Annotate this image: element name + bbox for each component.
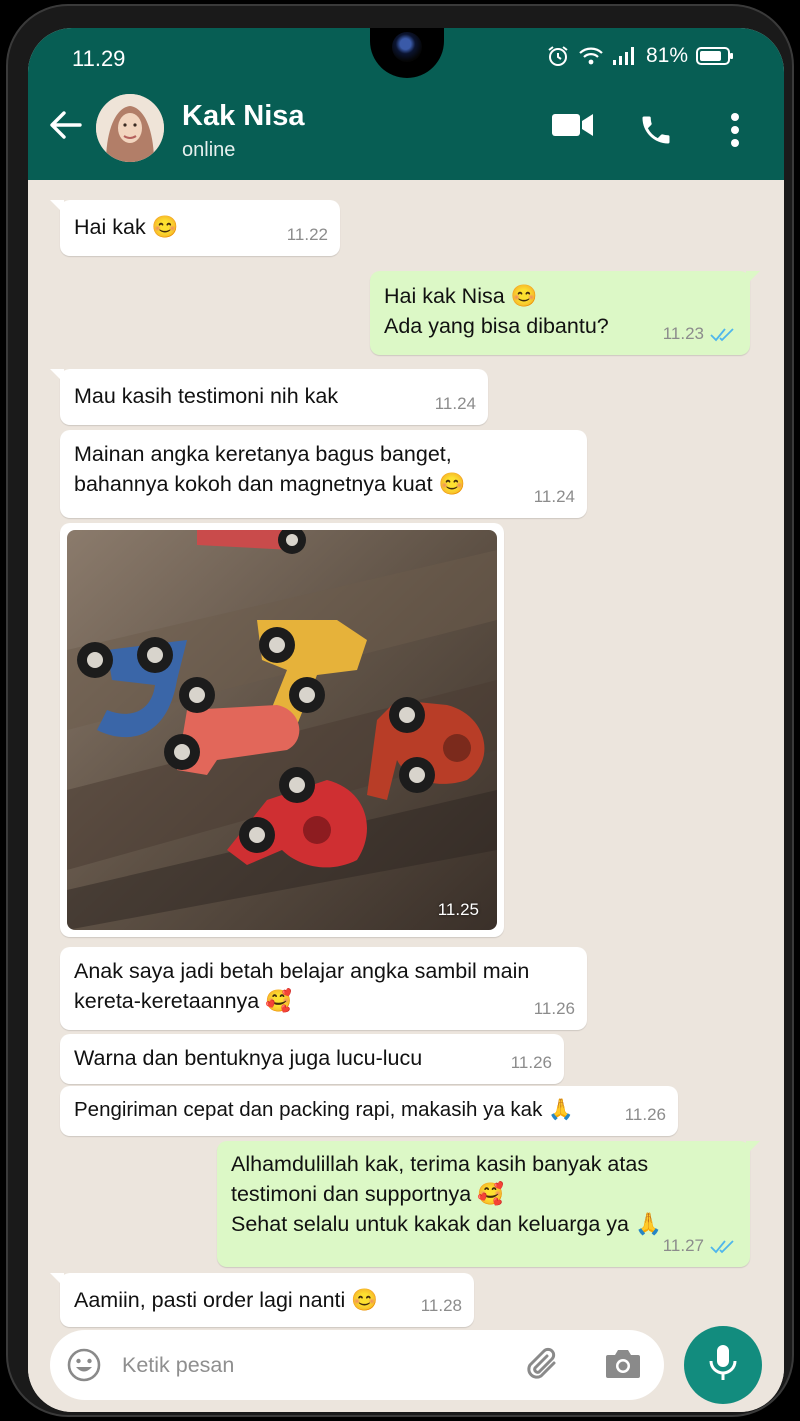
app-header: 11.29 81% Kak Nisa online bbox=[28, 28, 784, 180]
photo-time: 11.25 bbox=[437, 900, 479, 919]
chat-screen: 11.29 81% Kak Nisa online Hai kak 😊 11.2… bbox=[28, 28, 784, 1412]
message-time: 11.24 bbox=[434, 394, 476, 413]
message-text: Alhamdulillah kak, terima kasih banyak a… bbox=[231, 1152, 662, 1236]
video-call-icon[interactable] bbox=[552, 110, 594, 145]
message-text: Aamiin, pasti order lagi nanti 😊 bbox=[74, 1288, 379, 1312]
message-time: 11.27 bbox=[662, 1236, 704, 1255]
message-bubble[interactable]: Mau kasih testimoni nih kak 11.24 bbox=[50, 369, 488, 425]
message-composer[interactable] bbox=[50, 1330, 664, 1400]
message-bubble[interactable]: Pengiriman cepat dan packing rapi, makas… bbox=[60, 1086, 678, 1136]
message-time: 11.26 bbox=[533, 999, 575, 1018]
back-arrow-icon[interactable] bbox=[48, 110, 82, 145]
more-vert-icon[interactable] bbox=[728, 112, 742, 153]
front-camera bbox=[392, 32, 422, 62]
message-text: Hai kak 😊 bbox=[74, 215, 179, 239]
message-bubble[interactable]: Mainan angka keretanya bagus banget, bah… bbox=[60, 430, 587, 518]
photo-message[interactable]: 11.25 bbox=[60, 523, 504, 937]
read-ticks-icon bbox=[710, 1238, 738, 1254]
message-text: Anak saya jadi betah belajar angka sambi… bbox=[74, 959, 530, 1013]
contact-name[interactable]: Kak Nisa bbox=[182, 100, 305, 133]
message-bubble[interactable]: Hai kak 😊 11.22 bbox=[50, 200, 340, 256]
mic-button[interactable] bbox=[684, 1326, 762, 1404]
camera-notch bbox=[370, 28, 444, 78]
message-text: Pengiriman cepat dan packing rapi, makas… bbox=[74, 1098, 574, 1121]
avatar[interactable] bbox=[96, 94, 164, 162]
message-bubble[interactable]: Warna dan bentuknya juga lucu-lucu 11.26 bbox=[60, 1034, 564, 1084]
message-time: 11.26 bbox=[510, 1053, 552, 1072]
message-time: 11.28 bbox=[420, 1296, 462, 1315]
wifi-icon bbox=[578, 45, 604, 67]
attach-icon[interactable] bbox=[524, 1346, 564, 1389]
chat-area[interactable]: Hai kak 😊 11.22 Hai kak Nisa 😊 Ada yang … bbox=[28, 180, 784, 1412]
emoji-icon[interactable] bbox=[66, 1347, 102, 1388]
read-ticks-icon bbox=[710, 326, 738, 342]
phone-frame: 11.29 81% Kak Nisa online Hai kak 😊 11.2… bbox=[6, 4, 794, 1417]
status-icons: 81% bbox=[546, 44, 734, 68]
alarm-icon bbox=[546, 44, 570, 68]
contact-status: online bbox=[182, 139, 236, 161]
battery-percent: 81% bbox=[645, 44, 688, 67]
message-time: 11.23 bbox=[662, 324, 704, 343]
toy-train-photo[interactable]: 11.25 bbox=[67, 530, 497, 930]
message-time: 11.24 bbox=[533, 487, 575, 506]
message-text: Mainan angka keretanya bagus banget, bah… bbox=[74, 442, 466, 496]
status-time: 11.29 bbox=[72, 46, 126, 71]
message-text: Hai kak Nisa 😊 Ada yang bisa dibantu? bbox=[384, 284, 609, 338]
message-bubble[interactable]: Alhamdulillah kak, terima kasih banyak a… bbox=[217, 1141, 760, 1267]
camera-icon[interactable] bbox=[604, 1348, 642, 1385]
mic-icon bbox=[708, 1344, 738, 1387]
message-time: 11.26 bbox=[624, 1105, 666, 1124]
message-text: Mau kasih testimoni nih kak bbox=[74, 384, 339, 408]
message-bubble[interactable]: Anak saya jadi betah belajar angka sambi… bbox=[60, 947, 587, 1030]
message-time: 11.22 bbox=[286, 225, 328, 244]
battery-icon bbox=[696, 46, 734, 66]
voice-call-icon[interactable] bbox=[638, 112, 674, 153]
signal-icon bbox=[612, 46, 636, 66]
message-text: Warna dan bentuknya juga lucu-lucu bbox=[74, 1046, 423, 1070]
message-input[interactable] bbox=[120, 1344, 504, 1386]
message-bubble[interactable]: Aamiin, pasti order lagi nanti 😊 11.28 bbox=[50, 1273, 474, 1327]
message-bubble[interactable]: Hai kak Nisa 😊 Ada yang bisa dibantu? 11… bbox=[370, 271, 760, 355]
